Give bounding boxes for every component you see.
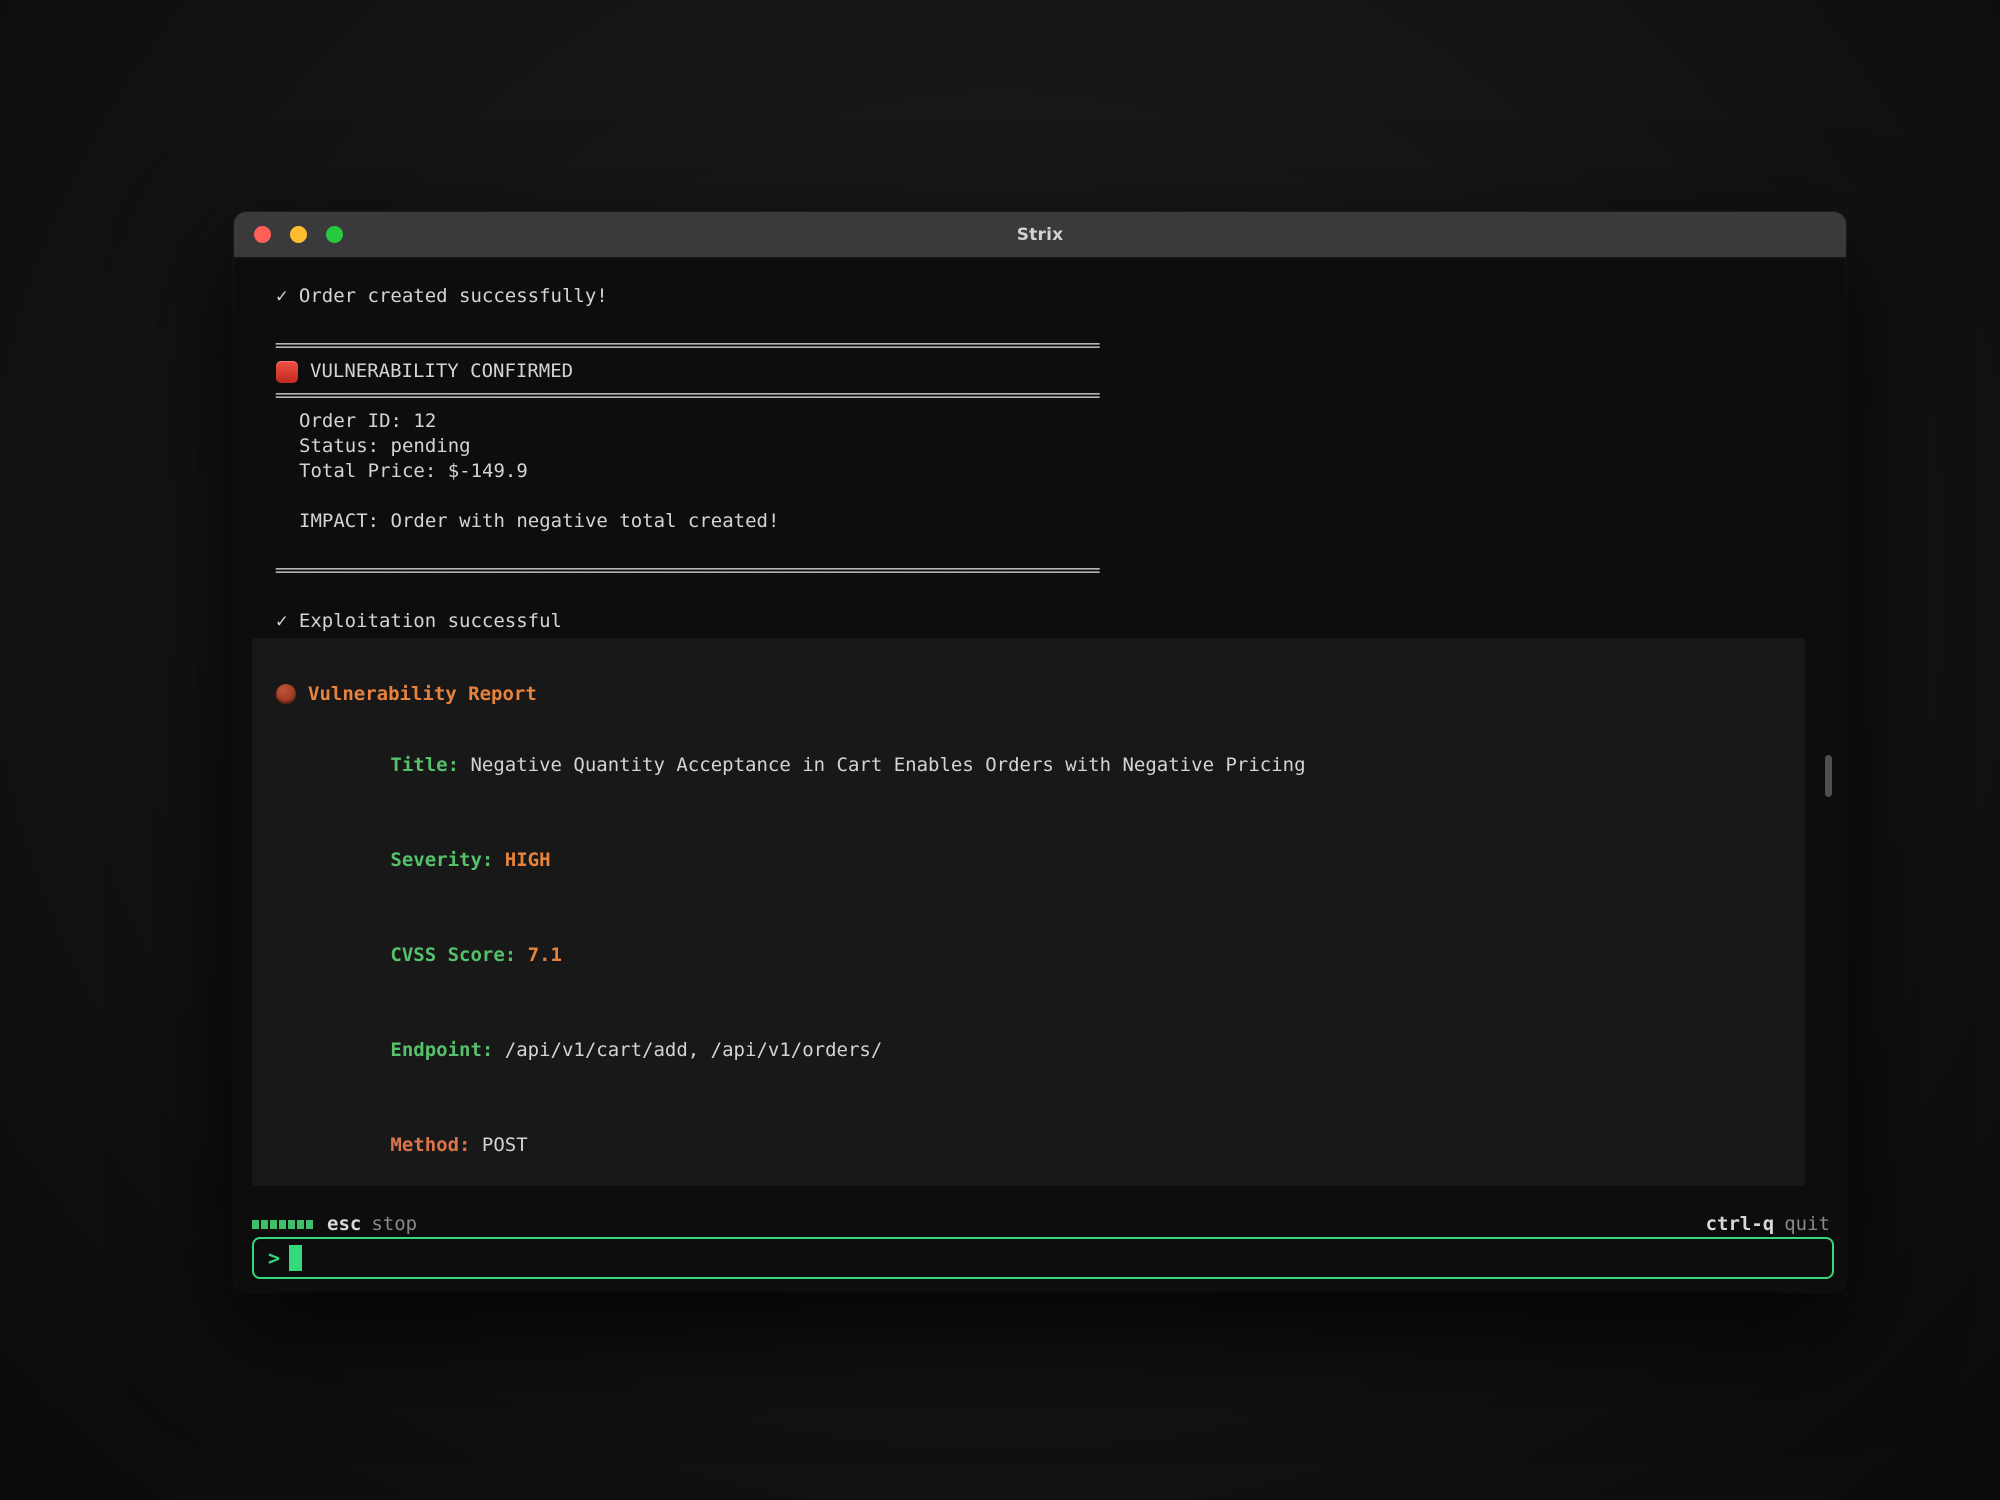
bug-icon <box>276 684 296 704</box>
blank-line <box>276 584 1806 609</box>
quit-hint-group: ctrl-q quit <box>1706 1213 1830 1235</box>
report-header-text: Vulnerability Report <box>308 682 537 706</box>
esc-key-hint: esc <box>327 1213 361 1235</box>
endpoint-value: /api/v1/cart/add, /api/v1/orders/ <box>493 1039 882 1061</box>
method-label: Method: <box>390 1134 470 1156</box>
order-id-line: Order ID: 12 <box>276 409 1806 434</box>
window-titlebar: Strix <box>234 212 1846 258</box>
blank-line <box>276 309 1806 334</box>
cvss-score-label: CVSS Score: <box>390 944 516 966</box>
separator-line: ════════════════════════════════════════… <box>276 384 1806 409</box>
command-input[interactable]: > <box>252 1237 1834 1279</box>
endpoint-label: Endpoint: <box>390 1039 493 1061</box>
report-endpoint-line: Endpoint: /api/v1/cart/add, /api/v1/orde… <box>276 1014 1765 1086</box>
vulnerability-report-panel: Vulnerability Report Title: Negative Qua… <box>252 638 1805 1186</box>
quit-hint-label: quit <box>1784 1213 1830 1235</box>
terminal-window: Strix ✓ Order created successfully! ════… <box>234 212 1846 1292</box>
severity-label: Severity: <box>390 849 493 871</box>
method-value: POST <box>470 1134 527 1156</box>
report-method-line: Method: POST <box>276 1109 1765 1181</box>
title-label: Title: <box>390 754 459 776</box>
terminal-content: ✓ Order created successfully! ══════════… <box>234 258 1846 1186</box>
vulnerability-confirmed-text: VULNERABILITY CONFIRMED <box>310 359 573 384</box>
severity-value: HIGH <box>493 849 550 871</box>
vulnerability-confirmed-line: VULNERABILITY CONFIRMED <box>276 359 1806 384</box>
maximize-button[interactable] <box>326 226 343 243</box>
close-button[interactable] <box>254 226 271 243</box>
order-total-line: Total Price: $-149.9 <box>276 459 1806 484</box>
report-severity-line: Severity: HIGH <box>276 824 1765 896</box>
order-status-line: Status: pending <box>276 434 1806 459</box>
minimize-button[interactable] <box>290 226 307 243</box>
separator-line: ════════════════════════════════════════… <box>276 559 1806 584</box>
exploitation-success-line: ✓ Exploitation successful <box>276 609 1806 634</box>
window-title: Strix <box>234 225 1846 245</box>
impact-line: IMPACT: Order with negative total create… <box>276 509 1806 534</box>
status-bar: esc stop ctrl-q quit <box>252 1211 1830 1237</box>
report-title-line: Title: Negative Quantity Acceptance in C… <box>276 729 1765 801</box>
report-cvss-score-line: CVSS Score: 7.1 <box>276 919 1765 991</box>
text-cursor <box>289 1245 302 1271</box>
traffic-lights <box>254 212 343 257</box>
ctrl-q-key-hint: ctrl-q <box>1706 1213 1775 1235</box>
scrollbar-thumb[interactable] <box>1825 755 1832 797</box>
title-value: Negative Quantity Acceptance in Cart Ena… <box>459 754 1305 776</box>
stop-hint-label: stop <box>371 1213 417 1235</box>
prompt-symbol: > <box>268 1246 280 1270</box>
report-header-line: Vulnerability Report <box>276 682 1765 706</box>
cvss-score-value: 7.1 <box>516 944 562 966</box>
order-success-line: ✓ Order created successfully! <box>276 284 1806 309</box>
separator-line: ════════════════════════════════════════… <box>276 334 1806 359</box>
alert-icon <box>276 361 298 383</box>
blank-line <box>276 534 1806 559</box>
blank-line <box>276 484 1806 509</box>
desktop-background: Strix ✓ Order created successfully! ════… <box>0 0 2000 1500</box>
spinner-icon <box>252 1220 313 1229</box>
